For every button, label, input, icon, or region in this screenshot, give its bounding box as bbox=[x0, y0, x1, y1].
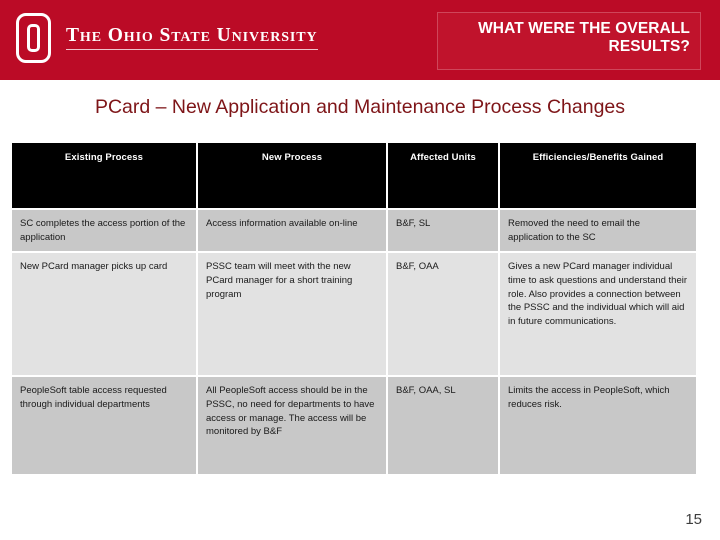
slide: The Ohio State University WHAT WERE THE … bbox=[0, 0, 720, 540]
table-header-row: Existing Process New Process Affected Un… bbox=[12, 143, 696, 208]
cell-new-process: PSSC team will meet with the new PCard m… bbox=[198, 253, 386, 375]
university-wordmark: The Ohio State University bbox=[66, 25, 318, 51]
table-row: SC completes the access portion of the a… bbox=[12, 210, 696, 251]
table-header: Existing Process New Process Affected Un… bbox=[12, 143, 696, 208]
cell-affected-units: B&F, SL bbox=[388, 210, 498, 251]
cell-efficiencies: Gives a new PCard manager individual tim… bbox=[500, 253, 696, 375]
cell-affected-units: B&F, OAA, SL bbox=[388, 377, 498, 474]
process-changes-table: Existing Process New Process Affected Un… bbox=[10, 141, 698, 476]
slide-title-line-1: WHAT WERE THE OVERALL bbox=[478, 20, 690, 37]
column-header-affected-units: Affected Units bbox=[388, 143, 498, 208]
table-row: New PCard manager picks up card PSSC tea… bbox=[12, 253, 696, 375]
cell-efficiencies: Limits the access in PeopleSoft, which r… bbox=[500, 377, 696, 474]
column-header-existing-process: Existing Process bbox=[12, 143, 196, 208]
cell-new-process: All PeopleSoft access should be in the P… bbox=[198, 377, 386, 474]
slide-subtitle: PCard – New Application and Maintenance … bbox=[94, 96, 626, 118]
university-logo: The Ohio State University bbox=[16, 13, 318, 63]
cell-new-process: Access information available on-line bbox=[198, 210, 386, 251]
table-body: SC completes the access portion of the a… bbox=[12, 210, 696, 474]
block-o-icon bbox=[16, 13, 51, 63]
column-header-new-process: New Process bbox=[198, 143, 386, 208]
header-band: The Ohio State University WHAT WERE THE … bbox=[0, 0, 720, 80]
cell-existing-process: SC completes the access portion of the a… bbox=[12, 210, 196, 251]
process-changes-table-wrapper: Existing Process New Process Affected Un… bbox=[12, 143, 696, 474]
cell-efficiencies: Removed the need to email the applicatio… bbox=[500, 210, 696, 251]
table-row: PeopleSoft table access requested throug… bbox=[12, 377, 696, 474]
slide-title-line-2: RESULTS? bbox=[608, 37, 690, 55]
slide-title-box: WHAT WERE THE OVERALL RESULTS? bbox=[437, 12, 701, 70]
column-header-efficiencies-benefits: Efficiencies/Benefits Gained bbox=[500, 143, 696, 208]
cell-existing-process: PeopleSoft table access requested throug… bbox=[12, 377, 196, 474]
block-o-inner-shape bbox=[27, 24, 40, 52]
page-number: 15 bbox=[685, 511, 702, 528]
cell-affected-units: B&F, OAA bbox=[388, 253, 498, 375]
cell-existing-process: New PCard manager picks up card bbox=[12, 253, 196, 375]
